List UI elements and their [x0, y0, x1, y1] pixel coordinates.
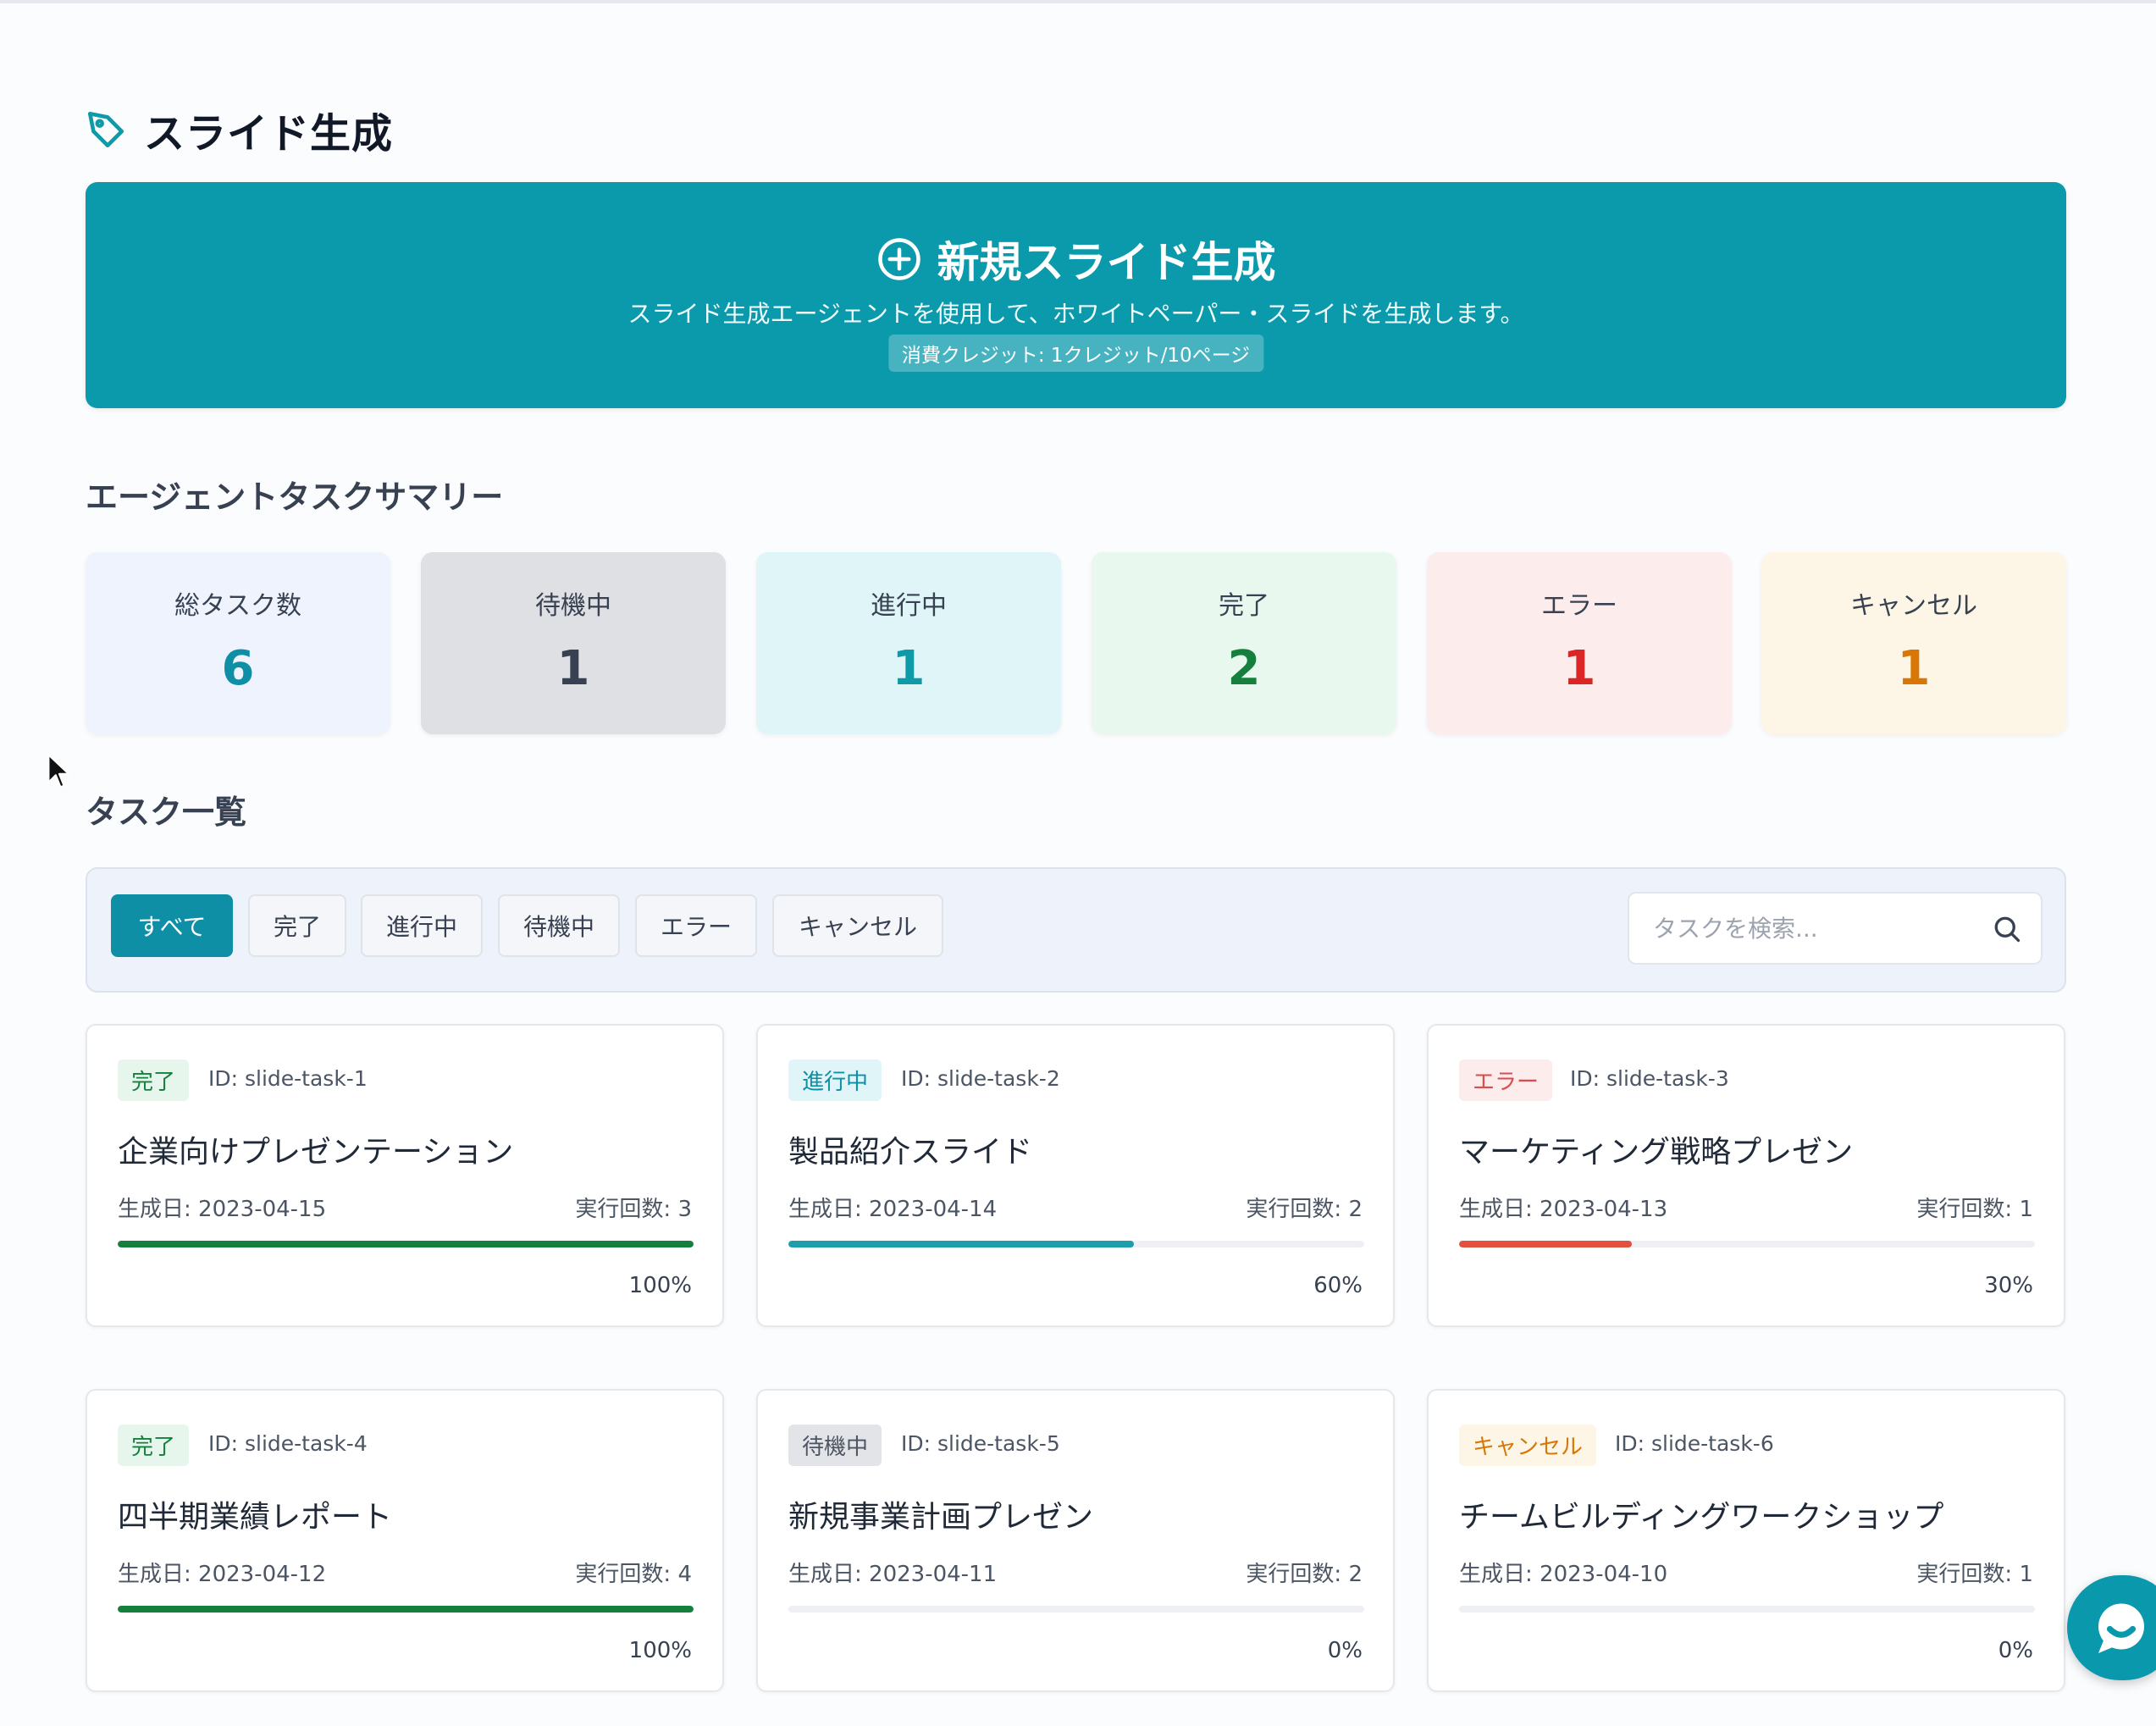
progress-label: 30% — [1984, 1273, 2033, 1298]
task-date: 生成日: 2023-04-12 — [118, 1562, 327, 1587]
page-title: スライド生成 — [144, 110, 394, 158]
stat-complete: 完了 2 — [1092, 552, 1396, 734]
status-badge: 完了 — [118, 1059, 190, 1101]
progress-label: 100% — [628, 1273, 692, 1298]
hero-title: 新規スライド生成 — [937, 238, 1276, 287]
plus-circle-icon — [877, 238, 920, 280]
task-id: ID: slide-task-2 — [901, 1066, 1060, 1091]
filter-all[interactable]: すべて — [111, 894, 233, 957]
task-card[interactable]: 完了 ID: slide-task-1 企業向けプレゼンテーション 生成日: 2… — [86, 1024, 724, 1327]
stat-label: 総タスク数 — [174, 591, 301, 621]
status-badge: 進行中 — [788, 1059, 882, 1101]
status-badge: 待機中 — [788, 1425, 882, 1466]
summary-title: エージェントタスクサマリー — [86, 479, 504, 516]
hero-title-row: 新規スライド生成 — [86, 229, 2066, 290]
stat-cancel: キャンセル 1 — [1761, 552, 2066, 734]
task-id: ID: slide-task-4 — [208, 1431, 368, 1456]
stat-label: エラー — [1541, 591, 1617, 621]
progress-bar — [118, 1241, 694, 1247]
filter-complete[interactable]: 完了 — [248, 894, 346, 957]
filter-error[interactable]: エラー — [635, 894, 757, 957]
mouse-cursor-icon — [47, 754, 70, 788]
task-card[interactable]: キャンセル ID: slide-task-6 チームビルディングワークショップ … — [1427, 1389, 2065, 1692]
stat-value: 1 — [1897, 641, 1931, 696]
task-title: 新規事業計画プレゼン — [788, 1500, 1094, 1535]
tag-icon — [87, 111, 124, 148]
task-date: 生成日: 2023-04-10 — [1459, 1562, 1668, 1587]
search-box — [1628, 892, 2043, 965]
stat-value: 1 — [892, 641, 926, 696]
stat-label: 進行中 — [871, 591, 947, 621]
task-id: ID: slide-task-5 — [901, 1431, 1060, 1456]
task-runs: 実行回数: 2 — [1246, 1197, 1363, 1222]
stat-error: エラー 1 — [1427, 552, 1732, 734]
task-id: ID: slide-task-3 — [1570, 1066, 1729, 1091]
chat-button[interactable] — [2067, 1575, 2156, 1680]
task-runs: 実行回数: 2 — [1246, 1562, 1363, 1587]
stat-value: 6 — [221, 641, 255, 696]
stat-value: 1 — [1562, 641, 1596, 696]
progress-label: 60% — [1313, 1273, 1363, 1298]
hero-description: スライド生成エージェントを使用して、ホワイトペーパー・スライドを生成します。 — [627, 300, 1524, 328]
progress-fill — [118, 1606, 694, 1613]
progress-fill — [1459, 1241, 1632, 1247]
task-title: 製品紹介スライド — [788, 1135, 1033, 1170]
filter-cancel[interactable]: キャンセル — [772, 894, 943, 957]
progress-label: 0% — [1327, 1638, 1363, 1663]
task-list-title: タスク一覧 — [86, 794, 247, 831]
task-title: 企業向けプレゼンテーション — [118, 1135, 514, 1170]
task-id: ID: slide-task-1 — [208, 1066, 368, 1091]
search-icon[interactable] — [1992, 914, 2022, 944]
task-card[interactable]: 進行中 ID: slide-task-2 製品紹介スライド 生成日: 2023-… — [756, 1024, 1395, 1327]
page-header: スライド生成 — [85, 100, 393, 159]
status-badge: エラー — [1459, 1059, 1553, 1101]
new-slide-button[interactable]: 新規スライド生成 スライド生成エージェントを使用して、ホワイトペーパー・スライド… — [86, 182, 2066, 408]
chat-icon — [2098, 1603, 2144, 1653]
task-id: ID: slide-task-6 — [1615, 1431, 1774, 1456]
task-title: マーケティング戦略プレゼン — [1459, 1135, 1854, 1170]
task-card[interactable]: 待機中 ID: slide-task-5 新規事業計画プレゼン 生成日: 202… — [756, 1389, 1395, 1692]
stat-total: 総タスク数 6 — [86, 552, 390, 734]
task-title: 四半期業績レポート — [118, 1500, 393, 1535]
progress-bar — [1459, 1606, 2035, 1613]
stat-value: 2 — [1227, 641, 1261, 696]
progress-bar — [788, 1606, 1364, 1613]
filter-in-progress[interactable]: 進行中 — [361, 894, 483, 957]
status-badge: キャンセル — [1459, 1425, 1597, 1466]
task-runs: 実行回数: 4 — [575, 1562, 692, 1587]
top-border — [0, 0, 2156, 3]
task-title: チームビルディングワークショップ — [1459, 1500, 1944, 1535]
stat-label: 待機中 — [535, 591, 611, 621]
stat-waiting: 待機中 1 — [421, 552, 726, 734]
task-date: 生成日: 2023-04-11 — [788, 1562, 998, 1587]
task-card[interactable]: 完了 ID: slide-task-4 四半期業績レポート 生成日: 2023-… — [86, 1389, 724, 1692]
task-date: 生成日: 2023-04-14 — [788, 1197, 998, 1222]
status-badge: 完了 — [118, 1425, 190, 1466]
progress-label: 0% — [1998, 1638, 2033, 1663]
task-runs: 実行回数: 1 — [1916, 1197, 2033, 1222]
progress-bar — [1459, 1241, 2035, 1247]
task-date: 生成日: 2023-04-15 — [118, 1197, 327, 1222]
stat-label: 完了 — [1219, 591, 1269, 621]
task-card[interactable]: エラー ID: slide-task-3 マーケティング戦略プレゼン 生成日: … — [1427, 1024, 2065, 1327]
search-input[interactable] — [1653, 914, 1975, 943]
progress-fill — [118, 1241, 694, 1247]
task-date: 生成日: 2023-04-13 — [1459, 1197, 1668, 1222]
credit-badge: 消費クレジット: 1クレジット/10ページ — [887, 335, 1264, 372]
task-runs: 実行回数: 3 — [575, 1197, 692, 1222]
progress-label: 100% — [628, 1638, 692, 1663]
filter-bar: すべて 完了 進行中 待機中 エラー キャンセル — [86, 867, 2066, 993]
task-runs: 実行回数: 1 — [1916, 1562, 2033, 1587]
stat-in-progress: 進行中 1 — [756, 552, 1061, 734]
stat-value: 1 — [556, 641, 590, 696]
stat-label: キャンセル — [1850, 591, 1977, 621]
progress-bar — [788, 1241, 1364, 1247]
progress-bar — [118, 1606, 694, 1613]
progress-fill — [788, 1241, 1134, 1247]
filter-waiting[interactable]: 待機中 — [498, 894, 620, 957]
